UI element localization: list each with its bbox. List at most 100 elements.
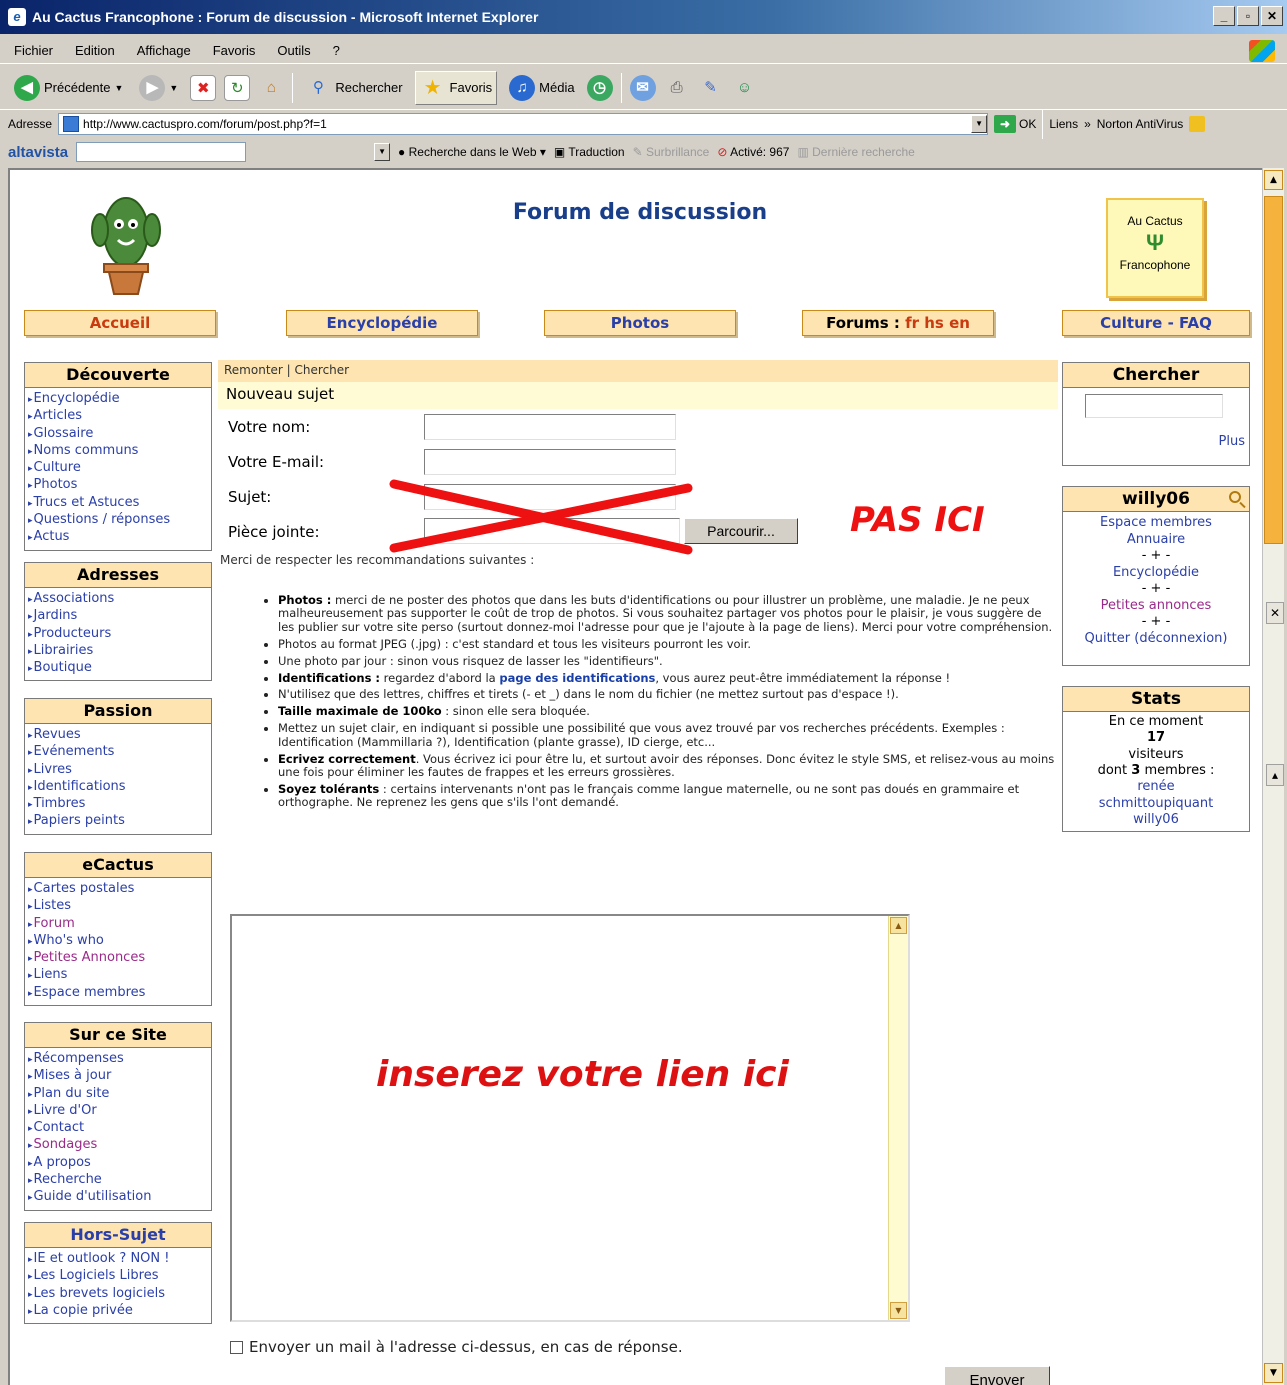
- go-button[interactable]: ➜ OK: [994, 115, 1036, 133]
- sidebar-link[interactable]: Récompenses: [28, 1051, 211, 1068]
- favorites-button[interactable]: ★ Favoris: [414, 70, 498, 105]
- sidebar-link[interactable]: Contact: [28, 1120, 211, 1137]
- sidebar-link[interactable]: Jardins: [28, 608, 211, 625]
- address-dropdown[interactable]: ▼: [971, 115, 988, 133]
- scroll-up-icon[interactable]: ▴: [1266, 764, 1284, 786]
- directory-link[interactable]: Annuaire: [1063, 532, 1249, 549]
- sidebar-link[interactable]: Papiers peints: [28, 813, 211, 830]
- close-panel-icon[interactable]: ✕: [1266, 602, 1284, 624]
- sidebar-link[interactable]: Producteurs: [28, 626, 211, 643]
- sidebar-link[interactable]: Petites Annonces: [28, 950, 211, 967]
- send-button[interactable]: Envoyer: [944, 1366, 1050, 1385]
- member-space-link[interactable]: Espace membres: [1063, 515, 1249, 532]
- crumb-up-link[interactable]: Remonter: [224, 363, 283, 377]
- mail-icon[interactable]: ✉: [629, 74, 656, 101]
- maximize-button[interactable]: ▫: [1237, 6, 1259, 26]
- nav-culture-faq[interactable]: Culture - FAQ: [1062, 310, 1250, 336]
- altavista-search-input[interactable]: [76, 142, 247, 162]
- scroll-down-icon[interactable]: ▼: [1264, 1363, 1283, 1383]
- print-icon[interactable]: ⎙: [664, 75, 690, 101]
- crumb-search-link[interactable]: Chercher: [295, 363, 350, 377]
- sidebar-link[interactable]: Articles: [28, 408, 211, 425]
- member-link[interactable]: schmittoupiquant: [1063, 796, 1249, 813]
- encyclopedia-link[interactable]: Encyclopédie: [1063, 565, 1249, 582]
- notify-checkbox[interactable]: [230, 1340, 243, 1354]
- norton-icon[interactable]: [1189, 116, 1206, 132]
- search-web-button[interactable]: ● Recherche dans le Web ▾: [398, 145, 546, 159]
- sidebar-link[interactable]: Liens: [28, 967, 211, 984]
- norton-antivirus-button[interactable]: Norton AntiVirus: [1097, 117, 1184, 131]
- sidebar-link[interactable]: Les brevets logiciels: [28, 1286, 211, 1303]
- translate-button[interactable]: ▣ Traduction: [554, 145, 625, 159]
- sidebar-link[interactable]: Timbres: [28, 796, 211, 813]
- browse-button[interactable]: Parcourir...: [684, 518, 798, 544]
- name-input[interactable]: [424, 414, 676, 440]
- menu-edit[interactable]: Edition: [75, 43, 115, 58]
- forums-language-links[interactable]: fr hs en: [905, 314, 970, 332]
- sidebar-link[interactable]: Noms communs: [28, 443, 211, 460]
- sidebar-link[interactable]: Livres: [28, 762, 211, 779]
- links-label[interactable]: Liens: [1049, 117, 1078, 131]
- sidebar-link[interactable]: Encyclopédie: [28, 391, 211, 408]
- address-input[interactable]: http://www.cactuspro.com/forum/post.php?…: [58, 113, 989, 135]
- sidebar-link[interactable]: Les Logiciels Libres: [28, 1268, 211, 1285]
- refresh-icon[interactable]: ↻: [224, 74, 251, 101]
- sidebar-link[interactable]: Glossaire: [28, 426, 211, 443]
- sidebar-link[interactable]: Identifications: [28, 779, 211, 796]
- sidebar-link[interactable]: Photos: [28, 477, 211, 494]
- search-button[interactable]: ⚲ Rechercher: [301, 71, 406, 105]
- member-link[interactable]: renée: [1063, 779, 1249, 796]
- menu-file[interactable]: Fichier: [14, 43, 53, 58]
- sidebar-link[interactable]: Associations: [28, 591, 211, 608]
- sidebar-link[interactable]: A propos: [28, 1155, 211, 1172]
- popup-blocker-button[interactable]: ⊘ Activé: 967: [717, 145, 789, 159]
- sidebar-link[interactable]: Cartes postales: [28, 881, 211, 898]
- scrollbar-thumb[interactable]: [1264, 196, 1283, 544]
- logout-link[interactable]: Quitter (déconnexion): [1063, 631, 1249, 648]
- textarea-scrollbar[interactable]: ▲ ▼: [888, 916, 908, 1320]
- sidebar-link[interactable]: Culture: [28, 460, 211, 477]
- menu-view[interactable]: Affichage: [137, 43, 191, 58]
- history-icon[interactable]: ◷: [586, 74, 613, 101]
- nav-photos[interactable]: Photos: [544, 310, 736, 336]
- site-logo[interactable]: Au Cactus Ψ Francophone: [1106, 198, 1204, 298]
- sidebar-link[interactable]: Espace membres: [28, 985, 211, 1002]
- sidebar-link[interactable]: Actus: [28, 529, 211, 546]
- menu-favorites[interactable]: Favoris: [213, 43, 256, 58]
- nav-encyclopedia[interactable]: Encyclopédie: [286, 310, 478, 336]
- sidebar-link[interactable]: Trucs et Astuces: [28, 495, 211, 512]
- edit-icon[interactable]: ✎: [698, 75, 724, 101]
- nav-forums[interactable]: Forums : fr hs en: [802, 310, 994, 336]
- stop-icon[interactable]: ✖: [190, 74, 217, 101]
- sidebar-link[interactable]: Questions / réponses: [28, 512, 211, 529]
- links-chevron[interactable]: »: [1084, 117, 1091, 131]
- sidebar-link[interactable]: IE et outlook ? NON !: [28, 1251, 211, 1268]
- nav-home[interactable]: Accueil: [24, 310, 216, 336]
- member-link[interactable]: willy06: [1063, 812, 1249, 829]
- scroll-up-icon[interactable]: ▲: [890, 917, 907, 934]
- menu-help[interactable]: ?: [333, 43, 340, 58]
- identifications-page-link[interactable]: page des identifications: [499, 671, 655, 685]
- back-button[interactable]: ◀ Précédente ▼: [10, 71, 127, 105]
- sidebar-link[interactable]: Revues: [28, 727, 211, 744]
- messenger-icon[interactable]: ☺: [732, 75, 758, 101]
- classifieds-link[interactable]: Petites annonces: [1063, 598, 1249, 615]
- sidebar-link[interactable]: Evénements: [28, 744, 211, 761]
- search-more-link[interactable]: Plus: [1063, 418, 1249, 451]
- attachment-input[interactable]: [424, 518, 680, 544]
- scroll-up-icon[interactable]: ▲: [1264, 170, 1283, 190]
- sidebar-link[interactable]: Librairies: [28, 643, 211, 660]
- site-search-input[interactable]: [1085, 394, 1223, 418]
- subject-input[interactable]: [424, 484, 676, 510]
- sidebar-link[interactable]: Plan du site: [28, 1086, 211, 1103]
- notify-option[interactable]: Envoyer un mail à l'adresse ci-dessus, e…: [230, 1338, 683, 1356]
- message-textarea[interactable]: ▲ ▼ inserez votre lien ici: [230, 914, 910, 1322]
- sidebar-link[interactable]: Boutique: [28, 660, 211, 677]
- sidebar-link[interactable]: Guide d'utilisation: [28, 1189, 211, 1206]
- sidebar-link[interactable]: Recherche: [28, 1172, 211, 1189]
- sidebar-link[interactable]: Who's who: [28, 933, 211, 950]
- email-input[interactable]: [424, 449, 676, 475]
- last-search-button[interactable]: ▥ Dernière recherche: [797, 145, 914, 159]
- sidebar-link[interactable]: La copie privée: [28, 1303, 211, 1320]
- close-button[interactable]: ✕: [1261, 6, 1283, 26]
